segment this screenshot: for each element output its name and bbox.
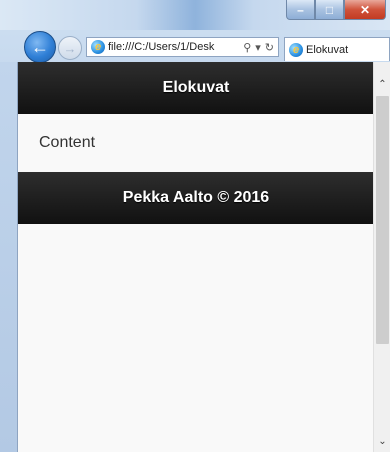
maximize-button[interactable]: □	[315, 0, 344, 20]
address-url[interactable]: file:///C:/Users/1/Desk	[108, 41, 239, 53]
back-button[interactable]: ←	[24, 31, 56, 63]
arrow-left-icon: ←	[31, 36, 49, 57]
close-button[interactable]: ✕	[344, 0, 386, 20]
address-tools: ⚲ ▾ ↻	[239, 41, 278, 54]
forward-button[interactable]: →	[58, 36, 82, 60]
window-controls: – □ ✕	[286, 0, 386, 20]
browser-window: – □ ✕ ← → e file:///C:/Users/1/Desk ⚲ ▾ …	[0, 0, 390, 452]
browser-tab[interactable]: e Elokuvat	[284, 37, 390, 61]
scroll-thumb[interactable]	[376, 96, 389, 344]
navigation-toolbar: ← → e file:///C:/Users/1/Desk ⚲ ▾ ↻ e El…	[0, 30, 390, 63]
minimize-button[interactable]: –	[286, 0, 315, 20]
title-bar: – □ ✕	[0, 0, 390, 30]
scroll-down-icon[interactable]: ⌄	[374, 433, 390, 450]
scroll-up-icon[interactable]: ⌃	[374, 76, 390, 93]
page-content: Content	[18, 114, 374, 172]
page-viewport: Elokuvat Content Pekka Aalto © 2016 ⌃ ⌄	[17, 62, 390, 452]
page-footer: Pekka Aalto © 2016	[18, 172, 374, 224]
vertical-scrollbar[interactable]: ⌃ ⌄	[373, 62, 390, 452]
window-frame-left	[0, 62, 17, 452]
content-text: Content	[39, 134, 96, 151]
dropdown-icon[interactable]: ▾	[255, 41, 261, 54]
page-title: Elokuvat	[162, 79, 230, 96]
footer-text: Pekka Aalto © 2016	[122, 189, 270, 206]
search-icon[interactable]: ⚲	[243, 41, 251, 54]
ie-tab-icon: e	[289, 42, 303, 57]
tab-title: Elokuvat	[306, 43, 349, 56]
page-empty-area	[18, 224, 374, 452]
ie-page-icon: e	[91, 40, 105, 54]
address-bar[interactable]: e file:///C:/Users/1/Desk ⚲ ▾ ↻	[86, 37, 279, 57]
refresh-icon[interactable]: ↻	[265, 41, 274, 54]
page-header: Elokuvat	[18, 62, 374, 114]
arrow-right-icon: →	[63, 40, 77, 56]
